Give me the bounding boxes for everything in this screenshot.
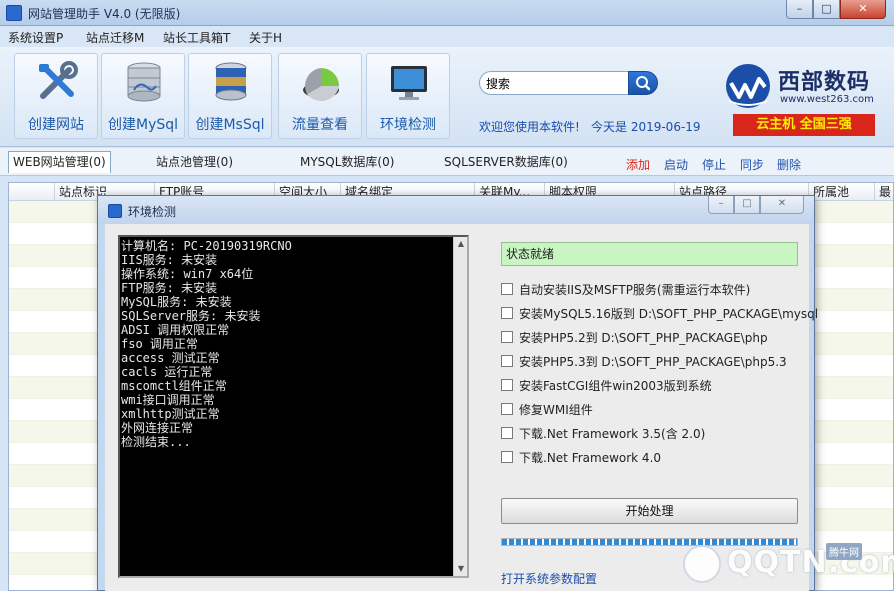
option-label: 下载.Net Framework 3.5(含 2.0) <box>519 427 706 441</box>
menu-about[interactable]: 关于H <box>249 29 282 46</box>
tab-site-pools[interactable]: 站点池管理(0) <box>156 152 233 174</box>
create-website-label: 创建网站 <box>28 117 84 133</box>
traffic-view-label: 流量查看 <box>292 117 348 133</box>
tab-web-sites[interactable]: WEB网站管理(0) <box>8 151 111 173</box>
check-log-console[interactable]: 计算机名: PC-20190319RCNO IIS服务: 未安装 操作系统: w… <box>118 235 469 578</box>
minimize-button[interactable]: – <box>786 0 813 19</box>
sync-action[interactable]: 同步 <box>740 156 764 173</box>
environment-check-dialog: 环境检测 – □ ✕ 计算机名: PC-20190319RCNO IIS服务: … <box>97 195 818 591</box>
menu-site-migration[interactable]: 站点迁移M <box>86 29 144 46</box>
option-label: 自动安装IIS及MSFTP服务(需重运行本软件) <box>519 283 751 297</box>
checkbox[interactable] <box>501 283 513 295</box>
console-line: ADSI 调用权限正常 <box>121 323 230 337</box>
checkbox[interactable] <box>501 403 513 415</box>
menu-webmaster-tools[interactable]: 站长工具箱T <box>163 29 230 46</box>
brand-logo-icon <box>726 64 770 108</box>
watermark-badge: 腾牛网 <box>826 543 862 560</box>
monitor-icon <box>391 66 427 100</box>
scroll-down-icon[interactable]: ▼ <box>456 564 466 574</box>
tab-sqlserver-databases[interactable]: SQLSERVER数据库(0) <box>444 152 568 174</box>
environment-check-label: 环境检测 <box>380 117 436 133</box>
create-mysql-label: 创建MySql <box>107 117 179 133</box>
close-button[interactable]: ✕ <box>840 0 886 19</box>
watermark-text: QQTN.com <box>727 545 894 580</box>
option-label: 下载.Net Framework 4.0 <box>519 451 662 465</box>
dialog-title: 环境检测 <box>128 205 177 219</box>
delete-action[interactable]: 删除 <box>777 156 801 173</box>
promo-banner[interactable]: 云主机 全国三强 <box>733 114 875 136</box>
dialog-title-bar: 环境检测 – □ ✕ <box>98 196 814 224</box>
app-icon <box>6 5 22 21</box>
tab-mysql-databases[interactable]: MYSQL数据库(0) <box>300 152 394 174</box>
maximize-button[interactable]: □ <box>813 0 840 19</box>
search-field[interactable] <box>479 71 629 95</box>
console-line: IIS服务: 未安装 <box>121 253 218 267</box>
dialog-maximize-button[interactable]: □ <box>734 196 760 214</box>
dialog-close-button[interactable]: ✕ <box>760 196 804 214</box>
console-line: 检测结束... <box>121 435 191 449</box>
console-line: fso 调用正常 <box>121 337 198 351</box>
console-line: FTP服务: 未安装 <box>121 281 218 295</box>
environment-check-button[interactable]: 环境检测 <box>366 53 450 139</box>
console-line: MySQL服务: 未安装 <box>121 295 232 309</box>
tools-icon <box>39 61 78 99</box>
stop-action[interactable]: 停止 <box>702 156 726 173</box>
start-processing-button[interactable]: 开始处理 <box>501 498 798 524</box>
traffic-view-button[interactable]: 流量查看 <box>278 53 362 139</box>
checkbox[interactable] <box>501 355 513 367</box>
status-field: 状态就绪 <box>501 242 798 266</box>
option-label: 安装FastCGI组件win2003版到系统 <box>519 379 712 393</box>
column-header[interactable]: 最 <box>875 183 893 201</box>
search-input[interactable] <box>486 75 624 91</box>
checkbox[interactable] <box>501 451 513 463</box>
add-action[interactable]: 添加 <box>626 156 650 173</box>
start-action[interactable]: 启动 <box>664 156 688 173</box>
console-line: SQLServer服务: 未安装 <box>121 309 261 323</box>
welcome-text: 欢迎您使用本软件! <box>479 120 580 134</box>
option-label: 安装MySQL5.16版到 D:\SOFT_PHP_PACKAGE\mysql <box>519 307 819 321</box>
menu-bar: 系统设置P 站点迁移M 站长工具箱T 关于H <box>0 27 894 47</box>
checkbox[interactable] <box>501 427 513 439</box>
brand-url: www.west263.com <box>780 94 874 105</box>
console-line: cacls 运行正常 <box>121 365 213 379</box>
console-scrollbar[interactable]: ▲ ▼ <box>453 237 467 576</box>
open-config-link[interactable]: 打开系统参数配置 <box>501 570 597 587</box>
date-text: 今天是 2019-06-19 <box>591 120 701 134</box>
option-label: 修复WMI组件 <box>519 403 593 417</box>
database-icon <box>127 62 161 102</box>
console-line: 外网连接正常 <box>121 421 194 435</box>
option-label: 安装PHP5.2到 D:\SOFT_PHP_PACKAGE\php <box>519 331 768 345</box>
console-line: xmlhttp测试正常 <box>121 407 220 421</box>
console-text: 计算机名: PC-20190319RCNO IIS服务: 未安装 操作系统: w… <box>120 239 456 449</box>
dialog-body: 计算机名: PC-20190319RCNO IIS服务: 未安装 操作系统: w… <box>105 224 818 591</box>
checkbox[interactable] <box>501 379 513 391</box>
search-icon <box>636 76 651 91</box>
window-title: 网站管理助手 V4.0 (无限版) <box>28 7 181 21</box>
dialog-app-icon <box>108 204 122 218</box>
create-mssql-label: 创建MsSql <box>195 117 265 133</box>
dialog-minimize-button[interactable]: – <box>708 196 734 214</box>
create-website-button[interactable]: 创建网站 <box>14 53 98 139</box>
title-bar: 网站管理助手 V4.0 (无限版) – □ ✕ <box>0 0 894 26</box>
menu-system-settings[interactable]: 系统设置P <box>8 29 63 46</box>
checkbox[interactable] <box>501 331 513 343</box>
console-line: 操作系统: win7 x64位 <box>121 267 254 281</box>
scroll-up-icon[interactable]: ▲ <box>456 239 466 249</box>
console-line: mscomctl组件正常 <box>121 379 227 393</box>
checkbox[interactable] <box>501 307 513 319</box>
create-mysql-button[interactable]: 创建MySql <box>101 53 185 139</box>
database-stack-icon <box>215 62 247 101</box>
pie-chart-icon <box>303 68 339 102</box>
watermark-logo-icon <box>683 545 721 583</box>
console-line: access 测试正常 <box>121 351 220 365</box>
column-header[interactable]: 所属池 <box>809 183 875 201</box>
create-mssql-button[interactable]: 创建MsSql <box>188 53 272 139</box>
column-header[interactable] <box>9 183 55 201</box>
console-line: 计算机名: PC-20190319RCNO <box>121 239 292 253</box>
search-button[interactable] <box>628 71 658 95</box>
option-label: 安装PHP5.3到 D:\SOFT_PHP_PACKAGE\php5.3 <box>519 355 787 369</box>
brand-name: 西部数码 <box>778 70 871 95</box>
console-line: wmi接口调用正常 <box>121 393 215 407</box>
